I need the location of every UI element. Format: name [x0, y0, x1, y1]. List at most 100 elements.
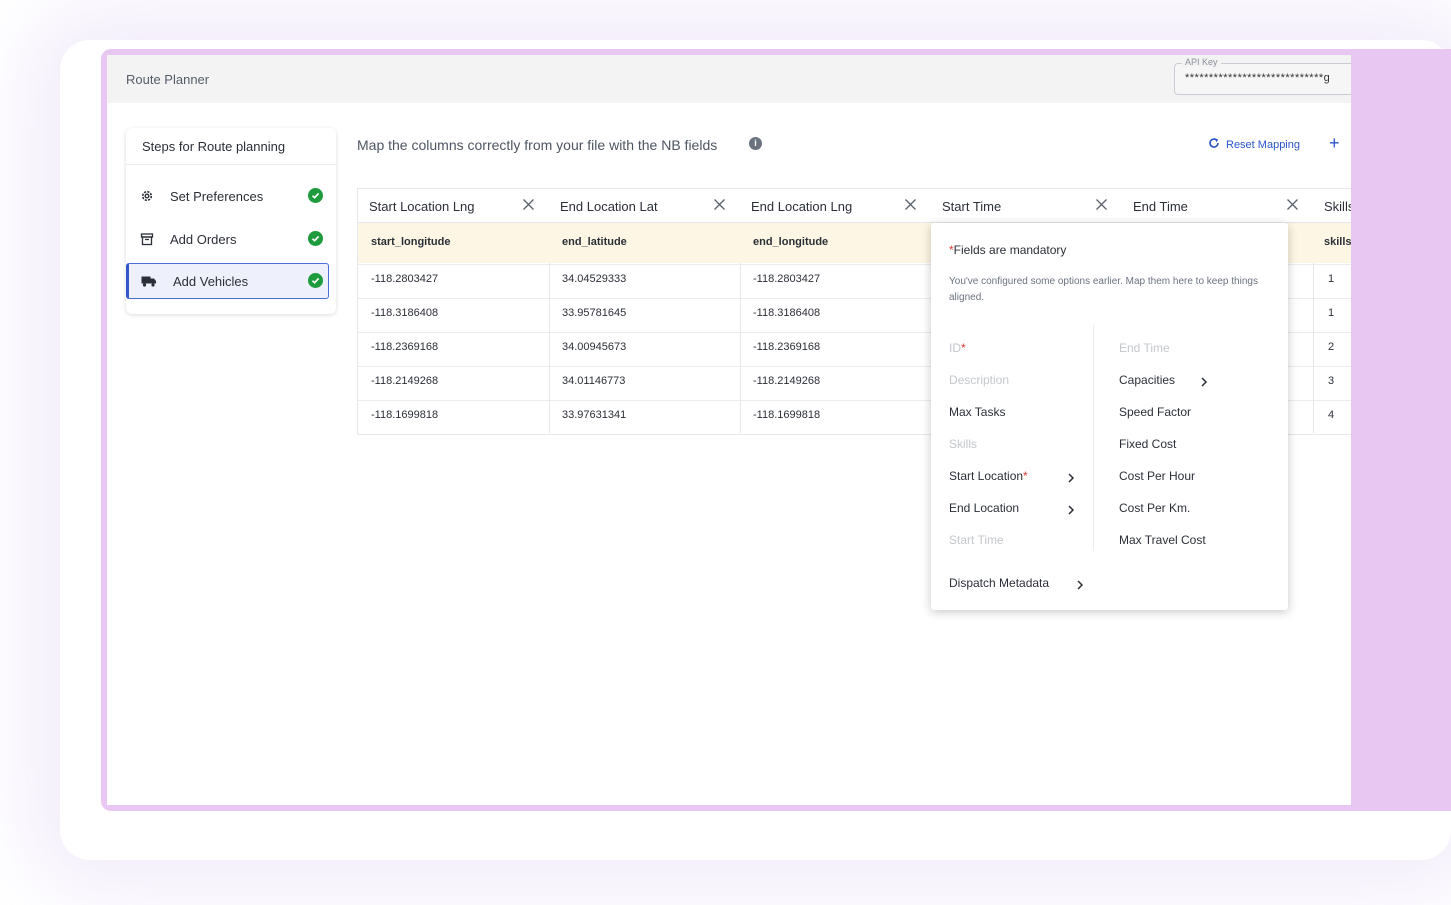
table-cell: -118.2149268 — [753, 375, 821, 387]
column-header[interactable]: End Time — [1122, 189, 1313, 223]
divider — [1093, 325, 1094, 551]
refresh-icon — [1208, 136, 1220, 154]
table-cell: -118.2803427 — [371, 273, 439, 285]
reset-mapping-label: Reset Mapping — [1226, 139, 1300, 151]
check-circle-icon — [308, 231, 323, 246]
mapped-field-cell[interactable]: end_latitude — [549, 223, 740, 263]
mandatory-note: *Fields are mandatory — [949, 243, 1066, 257]
step-add-orders[interactable]: Add Orders — [126, 221, 329, 257]
table-cell: -118.2803427 — [753, 273, 821, 285]
app-title: Route Planner — [126, 72, 210, 87]
column-header[interactable]: Start Time — [931, 189, 1122, 223]
menu-item-max-travel-cost[interactable]: Max Travel Cost — [1119, 533, 1206, 547]
table-cell: -118.3186408 — [371, 307, 439, 319]
step-label: Add Orders — [170, 232, 237, 247]
table-cell: 2 — [1328, 341, 1335, 353]
truck-icon — [141, 274, 156, 288]
table-cell: -118.2369168 — [371, 341, 439, 353]
menu-item-speed-factor[interactable]: Speed Factor — [1119, 405, 1191, 419]
menu-item-fixed-cost[interactable]: Fixed Cost — [1119, 437, 1176, 451]
mapped-field: start_longitude — [371, 236, 451, 248]
close-icon[interactable] — [713, 198, 726, 211]
required-marker: * — [961, 341, 966, 355]
column-header-label: End Time — [1133, 199, 1188, 214]
menu-item-description[interactable]: Description — [949, 373, 1009, 387]
field-mapping-dropdown: *Fields are mandatory You've configured … — [931, 223, 1288, 610]
menu-item-dispatch-metadata[interactable]: Dispatch Metadata — [949, 576, 1049, 590]
api-key-field[interactable]: API Key *****************************g — [1174, 57, 1351, 95]
menu-item-cost-per-hour[interactable]: Cost Per Hour — [1119, 469, 1195, 483]
add-icon[interactable]: + — [1329, 133, 1340, 154]
step-add-vehicles[interactable]: Add Vehicles — [126, 263, 329, 299]
column-header[interactable]: Start Location Lng — [358, 189, 549, 223]
mapped-field: end_latitude — [562, 236, 627, 248]
check-circle-icon — [308, 273, 323, 288]
table-cell: 34.01146773 — [562, 375, 626, 387]
table-cell: 33.95781645 — [562, 307, 627, 319]
mapped-field-cell[interactable]: skills — [1313, 223, 1351, 263]
reset-mapping-button[interactable]: Reset Mapping — [1208, 136, 1300, 154]
table-cell: -118.3186408 — [753, 307, 821, 319]
mapped-field-cell[interactable]: start_longitude — [358, 223, 549, 263]
close-icon[interactable] — [522, 198, 535, 211]
mapped-field-cell[interactable]: end_longitude — [740, 223, 931, 263]
check-circle-icon — [308, 188, 323, 203]
required-marker: * — [1023, 469, 1028, 483]
menu-item-skills[interactable]: Skills — [949, 437, 977, 451]
step-label: Set Preferences — [170, 189, 264, 204]
chevron-right-icon — [1200, 374, 1208, 387]
step-set-preferences[interactable]: Set Preferences — [126, 178, 329, 214]
close-icon[interactable] — [1095, 198, 1108, 211]
table-cell: -118.1699818 — [371, 409, 439, 421]
column-header-label: Start Location Lng — [369, 199, 475, 214]
table-cell: 34.00945673 — [562, 341, 627, 353]
divider — [126, 164, 336, 165]
table-cell: 33.97631341 — [562, 409, 627, 421]
mandatory-text: Fields are mandatory — [953, 243, 1067, 257]
column-header[interactable]: Skills — [1313, 189, 1351, 223]
table-cell: 4 — [1328, 409, 1335, 421]
step-label: Add Vehicles — [173, 274, 249, 289]
menu-item-label: ID — [949, 341, 961, 355]
column-header[interactable]: End Location Lat — [549, 189, 740, 223]
table-cell: -118.2149268 — [371, 375, 439, 387]
menu-item-end-location[interactable]: End Location — [949, 501, 1019, 515]
menu-item-end-time[interactable]: End Time — [1119, 341, 1170, 355]
menu-item-start-time[interactable]: Start Time — [949, 533, 1004, 547]
table-cell: 34.04529333 — [562, 273, 627, 285]
close-icon[interactable] — [1286, 198, 1299, 211]
table-column: Skills skills 1 1 2 3 4 — [1313, 189, 1351, 433]
column-header-label: Start Time — [942, 199, 1002, 214]
dropdown-note: You've configured some options earlier. … — [949, 276, 1258, 303]
menu-item-id[interactable]: ID* — [949, 341, 966, 355]
archive-icon — [140, 232, 154, 246]
table-column: End Location Lng end_longitude -118.2803… — [740, 189, 932, 433]
mapped-field: end_longitude — [753, 236, 829, 248]
close-icon[interactable] — [904, 198, 917, 211]
table-column: End Location Lat end_latitude 34.0452933… — [549, 189, 741, 433]
table-column: Start Location Lng start_longitude -118.… — [358, 189, 550, 433]
top-bar: Route Planner API Key ******************… — [107, 55, 1351, 103]
steps-title: Steps for Route planning — [142, 139, 286, 154]
chevron-right-icon — [1067, 502, 1075, 515]
mapping-heading: Map the columns correctly from your file… — [357, 137, 718, 153]
column-header-label: End Location Lat — [560, 199, 658, 214]
menu-item-cost-per-km[interactable]: Cost Per Km. — [1119, 501, 1190, 515]
table-cell: -118.1699818 — [753, 409, 821, 421]
steps-panel: Steps for Route planning Set Preferences… — [126, 128, 336, 314]
api-key-value: *****************************g — [1185, 72, 1331, 84]
menu-item-label: Start Location — [949, 469, 1024, 483]
app-window: Route Planner API Key ******************… — [107, 55, 1351, 805]
column-header[interactable]: End Location Lng — [740, 189, 931, 223]
table-cell: 1 — [1328, 307, 1335, 319]
mapped-field: skills — [1324, 236, 1351, 248]
info-icon[interactable]: i — [749, 137, 762, 150]
menu-item-max-tasks[interactable]: Max Tasks — [949, 405, 1005, 419]
menu-item-capacities[interactable]: Capacities — [1119, 373, 1175, 387]
chevron-right-icon — [1076, 577, 1084, 590]
menu-item-start-location[interactable]: Start Location* — [949, 469, 1028, 483]
table-cell: 1 — [1328, 273, 1335, 285]
column-header-label: End Location Lng — [751, 199, 853, 214]
table-cell: 3 — [1328, 375, 1335, 387]
column-header-label: Skills — [1324, 199, 1351, 214]
